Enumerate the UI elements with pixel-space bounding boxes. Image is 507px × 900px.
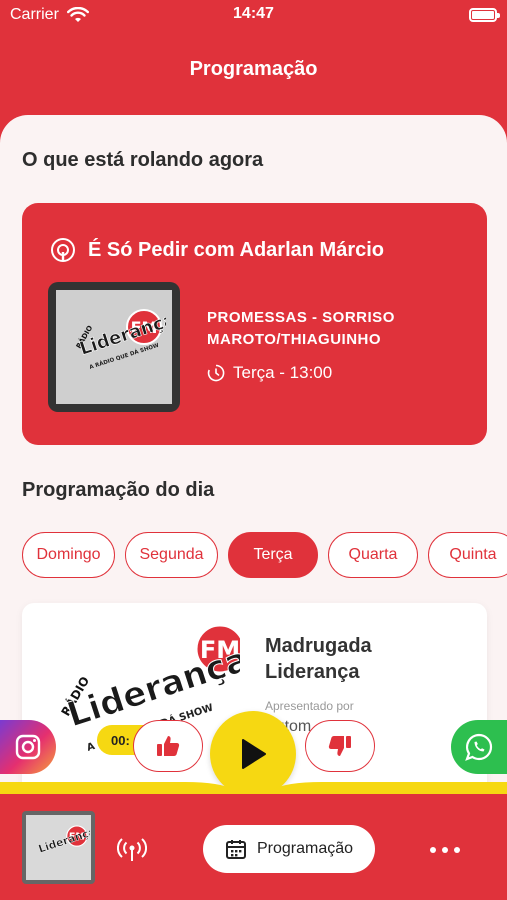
content-sheet: O que está rolando agora É Só Pedir com … [0, 115, 507, 805]
mini-logo-graphic: FM Liderança [36, 824, 89, 855]
instagram-button[interactable] [0, 720, 56, 774]
presenter-label: Apresentado por [265, 699, 354, 713]
battery-icon [469, 8, 500, 22]
now-playing-show-title: É Só Pedir com Adarlan Márcio [50, 237, 384, 263]
whatsapp-button[interactable] [451, 720, 507, 774]
whatsapp-icon [465, 733, 493, 761]
station-logo: FM RÁDIO Liderança A RÁDIO QUE DÁ SHOW [56, 290, 172, 404]
calendar-icon [225, 840, 246, 859]
more-dot [454, 847, 460, 853]
day-chip-domingo[interactable]: Domingo [22, 532, 115, 578]
day-schedule-heading: Programação do dia [22, 479, 215, 501]
play-icon [242, 739, 266, 769]
show-title-text: É Só Pedir com Adarlan Márcio [88, 238, 385, 261]
day-chip-quinta[interactable]: Quinta [428, 532, 507, 578]
now-playing-heading: O que está rolando agora [22, 149, 264, 171]
bottom-bar: FM Liderança Programação [0, 794, 507, 900]
mini-logo-main: Liderança [36, 824, 89, 855]
show-schedule: Terça - 13:00 [207, 363, 332, 383]
program-title: Madrugada Liderança [265, 635, 372, 683]
instagram-icon [15, 734, 41, 760]
thumbs-down-icon [328, 736, 351, 756]
show-schedule-text: Terça - 13:00 [233, 363, 333, 382]
broadcast-icon[interactable] [117, 837, 147, 863]
thumbs-up-icon [157, 736, 180, 756]
clock-icon [207, 364, 225, 382]
day-chip-terca[interactable]: Terça [228, 532, 318, 578]
more-dot [430, 847, 436, 853]
radio-signal-icon [51, 238, 75, 262]
album-art: FM RÁDIO Liderança A RÁDIO QUE DÁ SHOW [48, 282, 180, 412]
bottom-wave-divider [0, 782, 507, 794]
clock-time: 14:47 [233, 5, 274, 22]
like-button[interactable] [133, 720, 203, 772]
schedule-button[interactable]: Programação [203, 825, 375, 873]
more-icon[interactable] [430, 838, 460, 862]
more-dot [442, 847, 448, 853]
day-selector: Domingo Segunda Terça Quarta Quinta [22, 532, 507, 578]
current-track: PROMESSAS - SORRISO MAROTO/THIAGUINHO [207, 309, 395, 348]
schedule-button-label: Programação [256, 840, 354, 857]
day-chip-quarta[interactable]: Quarta [328, 532, 418, 578]
day-chip-segunda[interactable]: Segunda [125, 532, 218, 578]
mini-player-artwork[interactable]: FM Liderança [22, 811, 95, 884]
page-title: Programação [189, 58, 318, 80]
now-playing-card[interactable]: É Só Pedir com Adarlan Márcio FM RÁDIO L… [22, 203, 487, 445]
station-logo-graphic: FM RÁDIO Liderança A RÁDIO QUE DÁ SHOW [74, 309, 166, 371]
mini-station-logo: FM Liderança [26, 815, 91, 880]
status-bar: Carrier 14:47 [0, 0, 507, 32]
dislike-button[interactable] [305, 720, 375, 772]
